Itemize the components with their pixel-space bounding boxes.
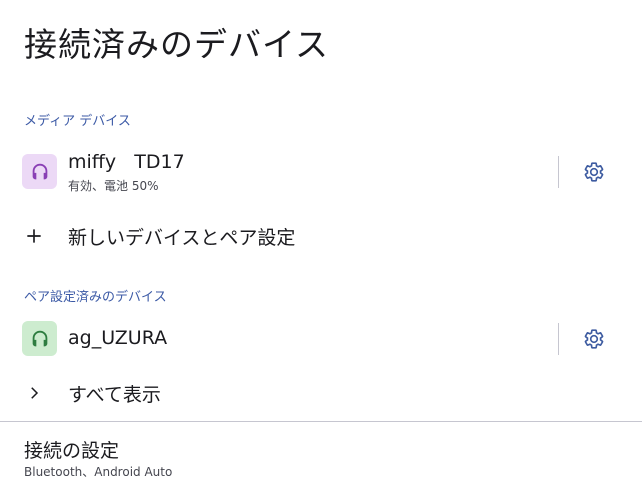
paired-devices-header: ペア設定済みのデバイス [24, 290, 167, 305]
pair-new-device-row[interactable]: 新しいデバイスとペア設定 [0, 214, 642, 258]
media-device-row[interactable]: miffy TD17 有効、電池 50% [0, 142, 642, 202]
gear-icon [584, 329, 604, 349]
headset-icon [32, 330, 47, 346]
media-device-divider [558, 156, 559, 188]
connection-settings-subtitle: Bluetooth、Android Auto [24, 465, 173, 479]
media-device-status: 有効、電池 50% [68, 179, 159, 193]
media-device-icon-wrap [22, 154, 57, 189]
media-device-settings-button[interactable] [578, 156, 610, 188]
media-device-name: miffy TD17 [68, 151, 185, 173]
paired-device-divider [558, 323, 559, 355]
paired-device-settings-button[interactable] [578, 323, 610, 355]
paired-device-icon-wrap [22, 321, 57, 356]
gear-icon [584, 162, 604, 182]
paired-device-row[interactable]: ag_UZURA [0, 309, 642, 369]
connection-settings-title: 接続の設定 [24, 440, 120, 462]
paired-device-name: ag_UZURA [68, 327, 168, 349]
chevron-right-icon [31, 387, 39, 399]
headset-icon [32, 163, 47, 179]
chevron-icon-wrap [22, 381, 46, 405]
show-all-row[interactable]: すべて表示 [0, 371, 642, 415]
plus-icon [27, 229, 41, 243]
page-title: 接続済みのデバイス [24, 25, 330, 64]
show-all-label: すべて表示 [68, 384, 161, 406]
pair-new-device-label: 新しいデバイスとペア設定 [68, 227, 296, 249]
plus-icon-wrap [22, 224, 46, 248]
connection-settings-row[interactable]: 接続の設定 Bluetooth、Android Auto [0, 422, 642, 495]
media-devices-header: メディア デバイス [24, 114, 131, 129]
